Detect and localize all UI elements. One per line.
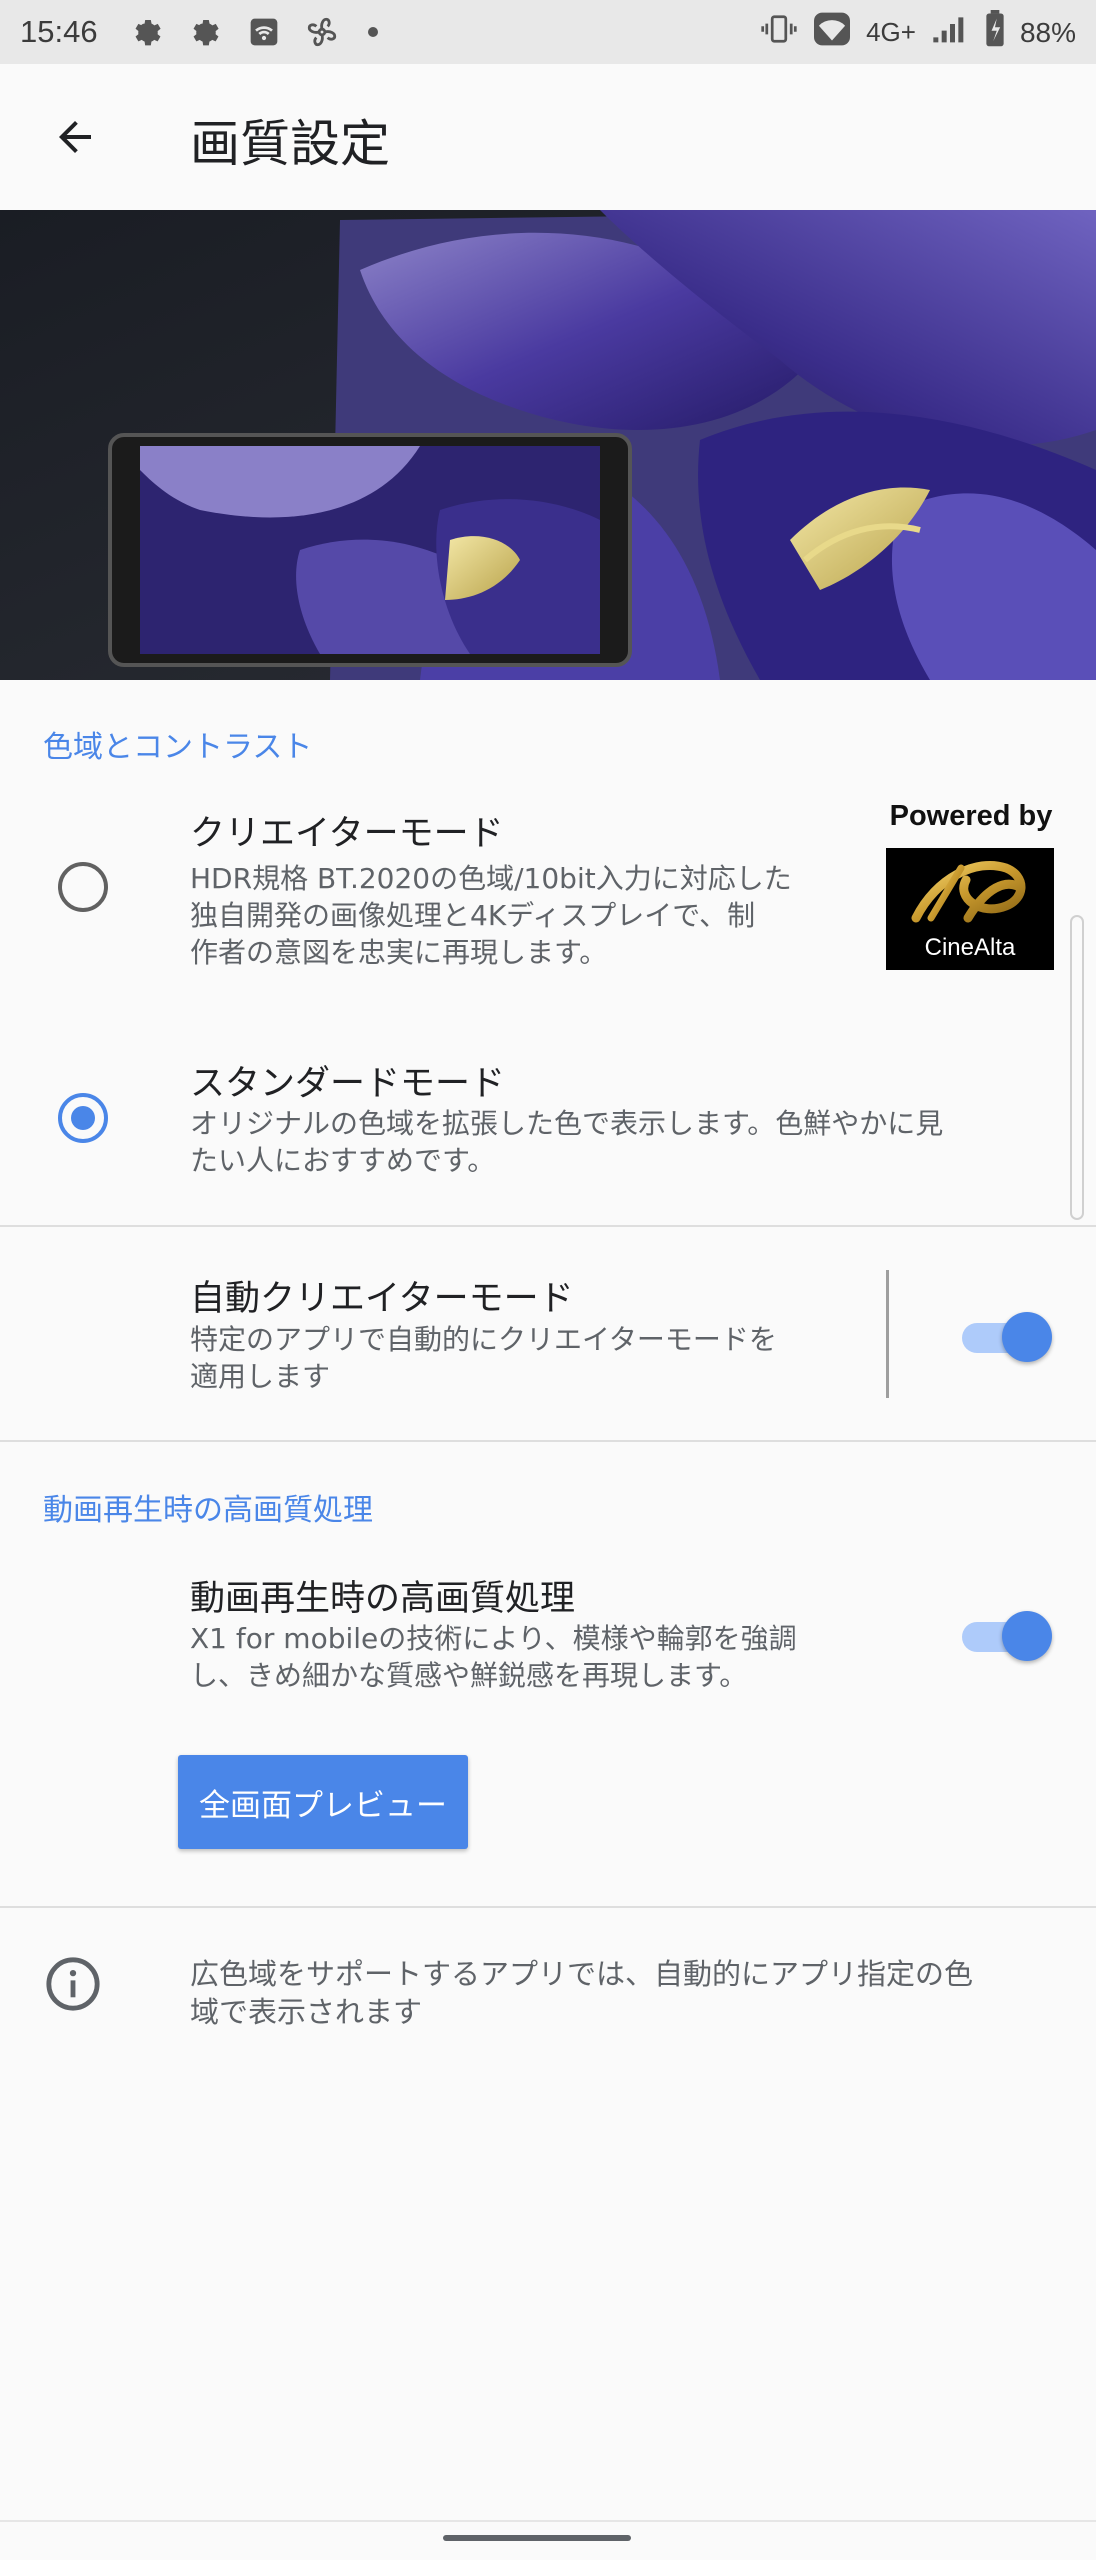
creator-mode-description-line: 作者の意図を忠実に再現します。 <box>190 936 608 969</box>
creator-mode-title: クリエイターモード <box>190 814 504 854</box>
standard-mode-description-line: オリジナルの色域を拡張した色で表示します。色鮮やかに見 <box>190 1107 944 1140</box>
system-icons: 4G+ 88% <box>760 10 1076 55</box>
auto-creator-mode-title: 自動クリエイターモード <box>190 1279 574 1319</box>
settings-gear-icon <box>128 12 168 52</box>
toggle-thumb <box>1002 1611 1052 1661</box>
auto-creator-mode-description-line: 特定のアプリで自動的にクリエイターモードを <box>190 1323 777 1356</box>
auto-creator-mode-description: 特定のアプリで自動的にクリエイターモードを 適用します <box>190 1321 870 1395</box>
video-enhance-title: 動画再生時の高画質処理 <box>190 1579 576 1619</box>
creator-mode-radio[interactable] <box>58 862 108 912</box>
fan-icon <box>302 12 342 52</box>
info-icon <box>44 1955 102 2013</box>
section-header-color-contrast: 色域とコントラスト <box>43 730 313 765</box>
divider <box>0 1225 1096 1227</box>
app-bar: 画質設定 <box>0 64 1096 210</box>
info-text: 広色域をサポートするアプリでは、自動的にアプリ指定の色 域で表示されます <box>190 1955 1050 2031</box>
divider <box>0 1906 1096 1908</box>
signal-icon <box>930 12 970 53</box>
status-bar: 15:46 4G+ 88% <box>0 0 1096 64</box>
gesture-nav-handle[interactable] <box>443 2535 631 2541</box>
standard-mode-description: オリジナルの色域を拡張した色で表示します。色鮮やかに見 たい人におすすめです。 <box>190 1105 1050 1179</box>
cinealta-brand-text: CineAlta <box>924 934 1016 961</box>
cinealta-logo-box: CineAlta <box>886 848 1054 970</box>
hero-banner-image <box>0 210 1096 680</box>
standard-mode-description-line: たい人におすすめです。 <box>190 1144 496 1177</box>
status-time: 15:46 <box>20 14 98 49</box>
auto-creator-mode-description-line: 適用します <box>190 1360 331 1393</box>
battery-icon <box>984 10 1006 55</box>
toggle-thumb <box>1002 1312 1052 1362</box>
network-type-label: 4G+ <box>866 17 916 47</box>
powered-by-label: Powered by <box>889 800 1053 832</box>
arrow-back-icon <box>59 121 91 153</box>
divider <box>0 1440 1096 1442</box>
video-enhance-description-line: X1 for mobileの技術により、模様や輪郭を強調 <box>190 1622 797 1655</box>
creator-mode-description-line: HDR規格 BT.2020の色域/10bit入力に対応した <box>190 862 792 895</box>
scrollbar[interactable] <box>1070 915 1084 1220</box>
video-enhance-toggle[interactable] <box>958 1602 1052 1662</box>
info-text-line: 域で表示されます <box>190 1995 423 2029</box>
more-notifications-dot <box>368 27 378 37</box>
notification-icons <box>128 12 378 52</box>
battery-percent: 88% <box>1019 16 1076 48</box>
back-button[interactable] <box>40 102 110 172</box>
nav-bar-divider <box>0 2520 1096 2522</box>
standard-mode-title: スタンダードモード <box>190 1064 506 1104</box>
cinealta-emblem-icon <box>911 860 1026 923</box>
creator-mode-description-line: 独自開発の画像処理と4Kディスプレイで、制 <box>190 899 756 932</box>
page-title: 画質設定 <box>190 115 390 173</box>
creator-mode-description: HDR規格 BT.2020の色域/10bit入力に対応した 独自開発の画像処理と… <box>190 860 860 971</box>
vibrate-icon <box>760 12 798 53</box>
wifi-box-icon <box>244 12 284 52</box>
cinealta-logo: Powered by CineAlta <box>883 800 1059 970</box>
section-header-video-enhance: 動画再生時の高画質処理 <box>43 1493 373 1528</box>
vertical-divider <box>886 1270 889 1398</box>
video-enhance-description-line: し、きめ細かな質感や鮮鋭感を再現します。 <box>190 1659 748 1692</box>
standard-mode-radio[interactable] <box>58 1093 108 1143</box>
info-text-line: 広色域をサポートするアプリでは、自動的にアプリ指定の色 <box>190 1957 974 1991</box>
video-enhance-description: X1 for mobileの技術により、模様や輪郭を強調 し、きめ細かな質感や鮮… <box>190 1620 890 1694</box>
settings-gear-icon-2 <box>186 12 226 52</box>
fullscreen-preview-button[interactable]: 全画面プレビュー <box>178 1755 468 1849</box>
auto-creator-mode-toggle[interactable] <box>958 1303 1052 1363</box>
wifi-icon <box>812 11 852 54</box>
